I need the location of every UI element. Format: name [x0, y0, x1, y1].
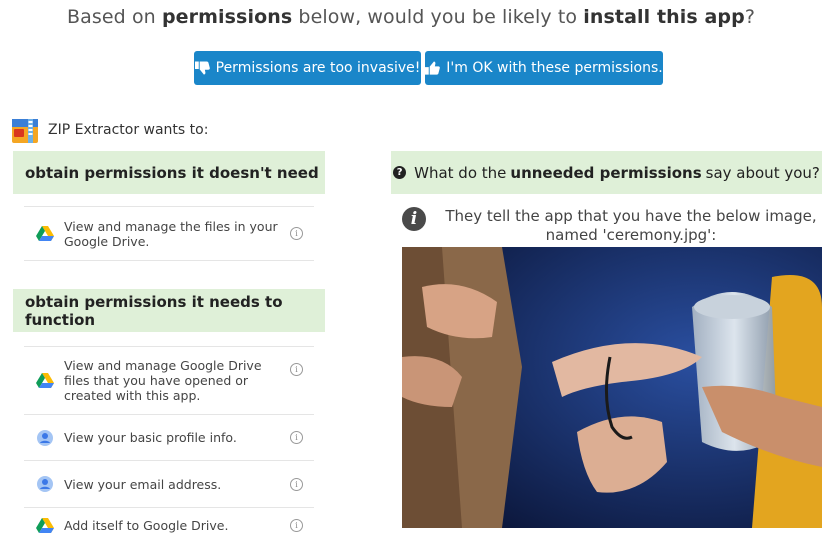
- install-question: Based on permissions below, would you be…: [66, 6, 756, 28]
- needed-permissions-title: obtain permissions it needs to function: [13, 289, 325, 332]
- thumbs-down-icon: [194, 61, 210, 75]
- info-icon[interactable]: i: [290, 519, 303, 532]
- permissions-ok-label: I'm OK with these permissions.: [446, 60, 663, 76]
- permissions-ok-button[interactable]: I'm OK with these permissions.: [425, 51, 663, 85]
- explanation-text: They tell the app that you have the belo…: [445, 207, 817, 244]
- divider: [24, 260, 314, 261]
- permission-label: View and manage Google Drive files that …: [64, 358, 262, 403]
- permission-item: View and manage the files in your Google…: [24, 206, 314, 260]
- permission-label: View your basic profile info.: [64, 430, 237, 445]
- question-circle-icon: ?: [393, 166, 407, 179]
- permission-label: Add itself to Google Drive.: [64, 518, 229, 533]
- info-circle-icon: i: [402, 207, 426, 231]
- permission-item: View your email address. i: [24, 460, 314, 507]
- google-drive-icon: [34, 223, 56, 245]
- person-icon: [34, 473, 56, 495]
- permission-item: View your basic profile info. i: [24, 414, 314, 460]
- zip-archive-icon: [12, 119, 38, 143]
- info-icon[interactable]: i: [290, 431, 303, 444]
- google-drive-icon: [34, 370, 56, 392]
- google-drive-icon: [34, 515, 56, 537]
- permission-item: View and manage Google Drive files that …: [24, 346, 314, 414]
- thumbs-up-icon: [425, 61, 441, 75]
- info-icon[interactable]: i: [290, 363, 303, 376]
- app-name: ZIP Extractor wants to:: [48, 122, 209, 138]
- unneeded-permissions-question: ? What do the unneeded permissions say a…: [391, 151, 822, 194]
- info-icon[interactable]: i: [290, 477, 303, 491]
- permission-label: View your email address.: [64, 476, 222, 492]
- permissions-invasive-label: Permissions are too invasive!: [215, 60, 421, 76]
- ceremony-photo: [402, 247, 822, 528]
- unneeded-permissions-title: obtain permissions it doesn't need: [13, 151, 325, 194]
- permission-item: Add itself to Google Drive. i: [24, 507, 314, 543]
- app-header: ZIP Extractor wants to:: [10, 115, 208, 145]
- permission-label: View and manage the files in your Google…: [64, 218, 278, 249]
- person-icon: [34, 427, 56, 449]
- info-icon[interactable]: i: [290, 227, 303, 240]
- permissions-invasive-button[interactable]: Permissions are too invasive!: [194, 51, 421, 85]
